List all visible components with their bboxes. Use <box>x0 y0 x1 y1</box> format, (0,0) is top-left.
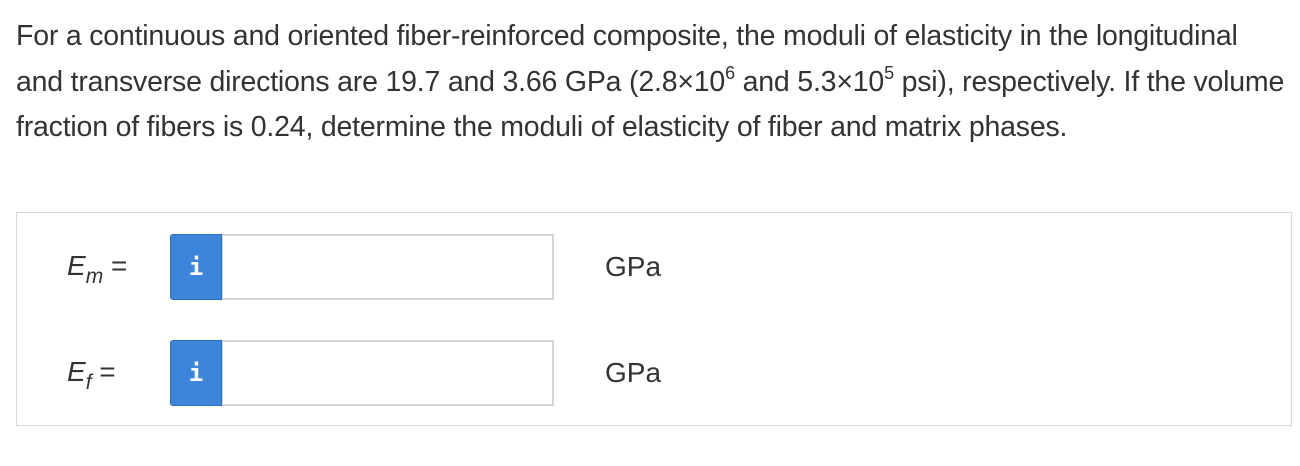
question-text-part-2: and 5.3×10 <box>734 65 885 98</box>
ef-label: Ef = <box>67 352 116 393</box>
answer-panel: Em = i GPa Ef = i GPa <box>16 212 1292 426</box>
em-answer-input[interactable] <box>222 234 554 300</box>
em-label: Em = <box>67 246 128 288</box>
em-symbol: E <box>67 250 86 281</box>
info-icon: i <box>188 253 204 281</box>
ef-unit: GPa <box>605 357 662 388</box>
info-icon: i <box>188 359 204 387</box>
question-text: For a continuous and oriented fiber-rein… <box>16 14 1286 151</box>
ef-equals: = <box>91 356 116 387</box>
ef-answer-input[interactable] <box>222 340 554 406</box>
exponent-1: 6 <box>725 62 735 83</box>
em-unit: GPa <box>605 251 662 282</box>
answer-row-ef: Ef = i GPa <box>17 340 1291 406</box>
answer-row-em: Em = i GPa <box>17 234 1291 300</box>
em-info-button[interactable]: i <box>170 234 222 300</box>
em-equals: = <box>103 250 128 281</box>
em-subscript: m <box>85 265 104 288</box>
ef-symbol: E <box>67 356 86 387</box>
ef-info-button[interactable]: i <box>170 340 222 406</box>
exponent-2: 5 <box>884 62 894 83</box>
